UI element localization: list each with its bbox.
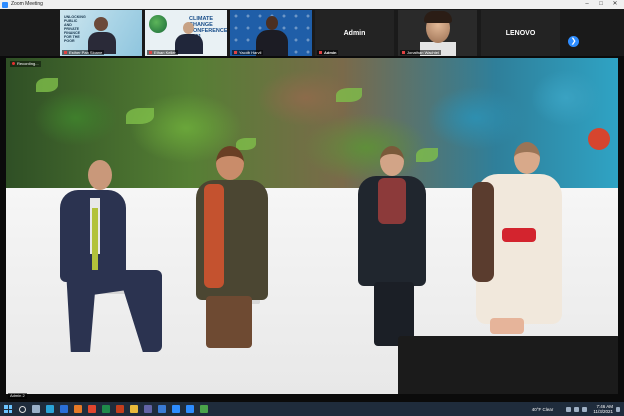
panelist-legs <box>206 296 252 348</box>
network-icon[interactable] <box>566 406 572 412</box>
panelist-head <box>216 146 244 180</box>
panelist-bag <box>502 228 536 242</box>
leaf-shape <box>336 88 362 102</box>
window-title: Zoom Meeting <box>11 1 43 7</box>
chrome-icon[interactable] <box>88 405 96 413</box>
windows-taskbar: 40°F Clear 7:46 AM 11/3/2021 <box>0 402 624 416</box>
active-speaker-video[interactable]: Recording... <box>6 58 618 394</box>
leaf-shape <box>416 148 438 162</box>
participant-tile[interactable]: LENOVO <box>481 10 560 56</box>
panelist-head <box>88 160 112 190</box>
participant-tile[interactable]: CLIMATE CHANGE CONFERENCE 2021 Ethan Kel… <box>145 10 227 56</box>
participant-tile[interactable]: Jonathan Wachtel <box>398 10 477 56</box>
participant-head <box>183 22 194 34</box>
firefox-icon[interactable] <box>74 405 82 413</box>
participant-head <box>266 16 278 30</box>
powerpoint-icon[interactable] <box>116 405 124 413</box>
window-controls: – □ ✕ <box>580 0 622 9</box>
panelist-scarf <box>378 178 406 224</box>
minimize-icon[interactable]: – <box>580 0 594 9</box>
leaf-shape <box>36 78 58 92</box>
zoom-logo-icon <box>2 1 8 8</box>
volume-icon[interactable] <box>574 406 580 412</box>
app-taskbar-icon[interactable] <box>200 405 208 413</box>
recording-indicator: Recording... <box>10 61 41 67</box>
search-icon[interactable] <box>19 405 26 413</box>
edge-icon[interactable] <box>46 405 54 413</box>
participant-name: Jonathan Wachtel <box>400 50 441 55</box>
participant-tile[interactable]: Admin Admin <box>315 10 394 56</box>
excel-icon[interactable] <box>102 405 110 413</box>
slide-text: UNLOCKING PUBLIC AND PRIVATE FINANCE FOR… <box>64 15 86 43</box>
participant-name: Yacob Harvil <box>232 50 264 55</box>
participant-hair <box>424 11 452 23</box>
participant-name: Esther Pan Sloane <box>62 50 105 55</box>
outlook-icon[interactable] <box>158 405 166 413</box>
clock-date: 11/3/2021 <box>593 409 613 414</box>
panelist-scarf <box>204 184 224 288</box>
chevron-right-icon[interactable]: ❯ <box>568 36 579 47</box>
panelist-scarf <box>472 182 494 282</box>
task-view-icon[interactable] <box>32 405 40 413</box>
panelist-scarf <box>92 208 98 272</box>
participant-tile[interactable]: Yacob Harvil <box>230 10 312 56</box>
participant-name: Ethan Keller <box>147 50 178 55</box>
gallery-strip: UNLOCKING PUBLIC AND PRIVATE FINANCE FOR… <box>0 9 624 56</box>
close-icon[interactable]: ✕ <box>608 0 622 9</box>
zoom-taskbar-icon[interactable] <box>172 405 180 413</box>
participant-label: Admin <box>343 29 366 37</box>
participant-name: Admin <box>317 50 339 55</box>
maximize-icon[interactable]: □ <box>594 0 608 9</box>
weather-widget[interactable]: 40°F Clear <box>532 407 554 412</box>
participant-head <box>94 17 108 31</box>
system-tray: 40°F Clear 7:46 AM 11/3/2021 <box>532 402 620 416</box>
clock[interactable]: 7:46 AM 11/3/2021 <box>593 404 613 414</box>
teams-icon[interactable] <box>144 405 152 413</box>
windows-start-icon[interactable] <box>4 405 12 413</box>
red-accent <box>588 128 610 150</box>
zoom-meeting-taskbar-icon[interactable] <box>186 405 194 413</box>
participant-label: LENOVO <box>505 29 536 37</box>
panelist-legs <box>490 318 524 334</box>
file-explorer-icon[interactable] <box>130 405 138 413</box>
panelist-head <box>380 146 404 176</box>
self-view-label: Admin 2 <box>8 393 27 399</box>
title-bar: Zoom Meeting – □ ✕ <box>0 0 624 9</box>
battery-icon[interactable] <box>582 406 588 412</box>
leaf-shape <box>236 138 256 150</box>
conference-globe-icon <box>149 15 167 33</box>
stage-monitor <box>398 336 618 394</box>
participant-body <box>175 34 203 54</box>
zoom-window: Zoom Meeting – □ ✕ UNLOCKING PUBLIC AND … <box>0 0 624 416</box>
notification-icon[interactable] <box>616 406 620 412</box>
leaf-shape <box>126 108 154 124</box>
word-icon[interactable] <box>60 405 68 413</box>
participant-tile[interactable]: UNLOCKING PUBLIC AND PRIVATE FINANCE FOR… <box>60 10 142 56</box>
panelist-head <box>514 142 540 174</box>
